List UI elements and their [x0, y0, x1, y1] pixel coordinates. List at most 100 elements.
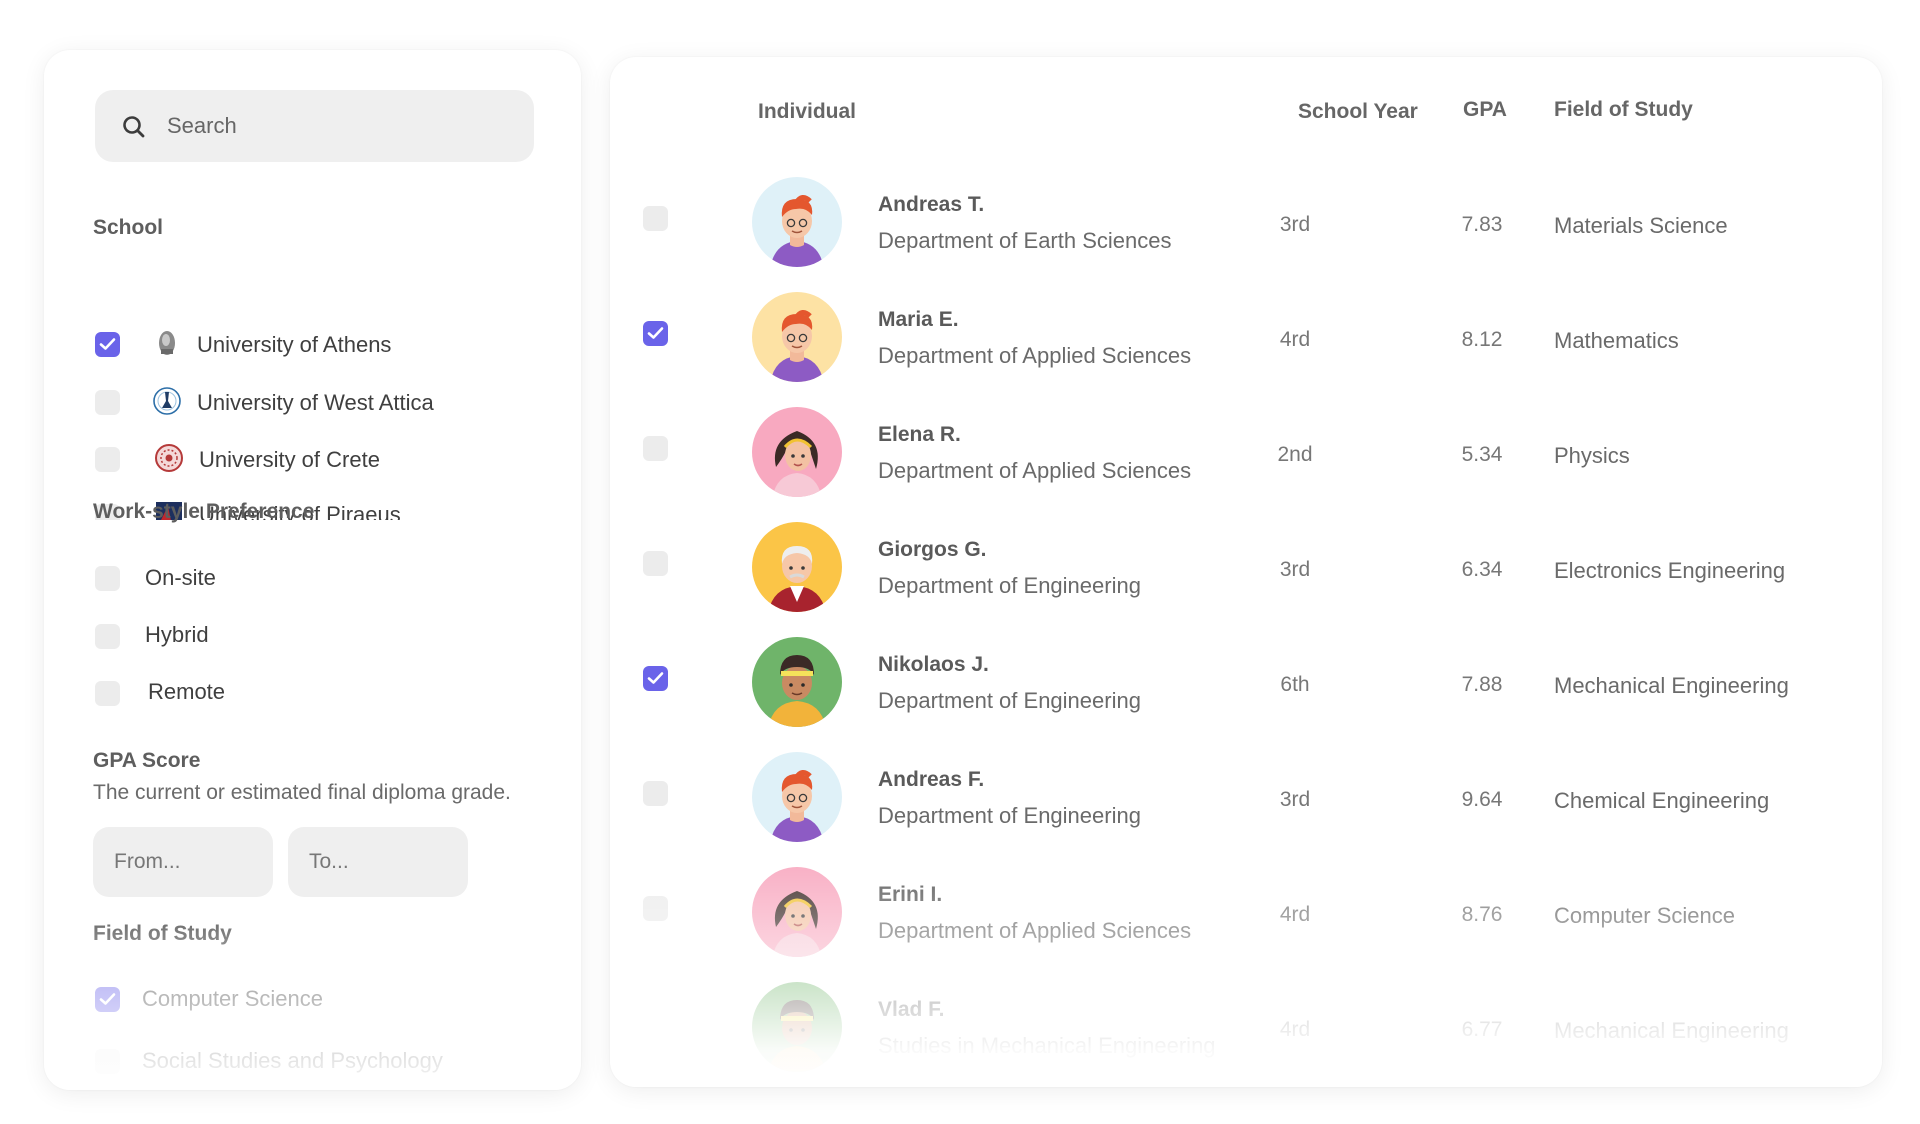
school-checkbox-crete[interactable] — [95, 447, 120, 472]
student-gpa: 8.12 — [1461, 328, 1503, 351]
student-name[interactable]: Andreas T. — [878, 193, 984, 217]
field-checkbox-computer-science[interactable] — [95, 987, 120, 1012]
field-label-computer-science: Computer Science — [142, 986, 323, 1011]
avatar — [752, 637, 842, 727]
table-row[interactable]: Andreas T. Department of Earth Sciences … — [610, 172, 1882, 287]
row-checkbox[interactable] — [643, 206, 668, 231]
student-department: Department of Engineering — [878, 573, 1141, 598]
student-gpa: 6.77 — [1461, 1018, 1503, 1041]
table-row[interactable]: Vlad F. Studies in Mechanical Engineerin… — [610, 977, 1882, 1087]
student-gpa: 6.34 — [1461, 558, 1503, 581]
table-row[interactable]: Giorgos G. Department of Engineering 3rd… — [610, 517, 1882, 632]
crete-logo-icon — [155, 444, 183, 472]
student-school-year: 3rd — [1279, 788, 1311, 811]
avatar — [752, 522, 842, 612]
school-checkbox-west-attica[interactable] — [95, 390, 120, 415]
student-name[interactable]: Elena R. — [878, 423, 961, 447]
student-gpa: 5.34 — [1461, 443, 1503, 466]
row-checkbox[interactable] — [643, 666, 668, 691]
headband-man-avatar-icon — [752, 637, 842, 727]
gpa-from-input[interactable] — [93, 827, 273, 897]
avatar — [752, 177, 842, 267]
student-department: Department of Applied Sciences — [878, 343, 1192, 368]
student-school-year: 4rd — [1279, 1018, 1311, 1041]
school-checkbox-athens[interactable] — [95, 332, 120, 357]
table-row[interactable]: Elena R. Department of Applied Sciences … — [610, 402, 1882, 517]
student-field-of-study: Electronics Engineering — [1554, 558, 1786, 583]
student-school-year: 4rd — [1279, 903, 1311, 926]
student-gpa: 7.83 — [1461, 213, 1503, 236]
work-style-label-hybrid: Hybrid — [145, 622, 209, 647]
student-field-of-study: Chemical Engineering — [1554, 788, 1770, 813]
student-field-of-study: Mechanical Engineering — [1554, 1018, 1789, 1043]
west-attica-logo-icon — [153, 387, 181, 415]
woman-avatar-icon — [752, 407, 842, 497]
row-checkbox[interactable] — [643, 896, 668, 921]
search-box[interactable] — [95, 90, 534, 162]
student-gpa: 9.64 — [1461, 788, 1503, 811]
gpa-section-title: GPA Score — [93, 749, 201, 772]
student-name[interactable]: Erini I. — [878, 883, 942, 907]
avatar — [752, 867, 842, 957]
column-header-school-year[interactable]: School Year — [1298, 100, 1418, 124]
student-name[interactable]: Nikolaos J. — [878, 653, 989, 677]
field-of-study-section-title: Field of Study — [93, 922, 232, 945]
student-field-of-study: Materials Science — [1554, 213, 1728, 238]
table-row[interactable]: Nikolaos J. Department of Engineering 6t… — [610, 632, 1882, 747]
student-department: Department of Earth Sciences — [878, 228, 1172, 253]
row-checkbox[interactable] — [643, 436, 668, 461]
search-icon — [123, 116, 145, 138]
student-department: Department of Engineering — [878, 803, 1141, 828]
gpa-section-description: The current or estimated final diploma g… — [93, 781, 511, 804]
avatar — [752, 982, 842, 1072]
student-school-year: 2nd — [1277, 443, 1313, 466]
work-style-section-title: Work-style Preference — [93, 500, 315, 523]
column-header-gpa[interactable]: GPA — [1463, 98, 1507, 122]
redhead-man-avatar-icon — [752, 752, 842, 842]
student-field-of-study: Mechanical Engineering — [1554, 673, 1789, 698]
school-label-west-attica: University of West Attica — [197, 390, 434, 415]
student-field-of-study: Mathematics — [1554, 328, 1679, 353]
row-checkbox[interactable] — [643, 321, 668, 346]
woman-avatar-icon — [752, 867, 842, 957]
school-label-athens: University of Athens — [197, 332, 392, 357]
filter-panel: School University of Athens University o… — [44, 50, 581, 1090]
work-style-checkbox-on-site[interactable] — [95, 566, 120, 591]
student-field-of-study: Computer Science — [1554, 903, 1735, 928]
work-style-checkbox-hybrid[interactable] — [95, 624, 120, 649]
row-checkbox[interactable] — [643, 781, 668, 806]
column-header-field-of-study[interactable]: Field of Study — [1554, 98, 1693, 122]
school-list[interactable]: University of Athens University of West … — [44, 310, 581, 520]
student-department: Department of Applied Sciences — [878, 918, 1192, 943]
student-department: Department of Engineering — [878, 688, 1141, 713]
table-row[interactable]: Erini I. Department of Applied Sciences … — [610, 862, 1882, 977]
student-school-year: 3rd — [1279, 213, 1311, 236]
avatar — [752, 292, 842, 382]
work-style-checkbox-remote[interactable] — [95, 681, 120, 706]
work-style-label-remote: Remote — [148, 679, 226, 704]
row-checkbox[interactable] — [643, 551, 668, 576]
gpa-to-input[interactable] — [288, 827, 468, 897]
student-department: Studies in Mechanical Engineering — [878, 1033, 1216, 1058]
student-name[interactable]: Vlad F. — [878, 998, 945, 1022]
student-name[interactable]: Giorgos G. — [878, 538, 987, 562]
work-style-label-on-site: On-site — [145, 565, 216, 590]
school-label-crete: University of Crete — [199, 447, 380, 472]
student-name[interactable]: Maria E. — [878, 308, 959, 332]
table-row[interactable]: Maria E. Department of Applied Sciences … — [610, 287, 1882, 402]
student-school-year: 4rd — [1279, 328, 1311, 351]
avatar — [752, 407, 842, 497]
redhead-man-avatar-icon — [752, 292, 842, 382]
student-gpa: 8.76 — [1461, 903, 1503, 926]
redhead-man-avatar-icon — [752, 177, 842, 267]
headband-man-avatar-icon — [752, 982, 842, 1072]
athens-logo-icon — [159, 331, 175, 355]
avatar — [752, 752, 842, 842]
student-school-year: 6th — [1280, 673, 1310, 696]
student-name[interactable]: Andreas F. — [878, 768, 984, 792]
students-table-panel: Individual School Year GPA Field of Stud… — [610, 57, 1882, 1087]
field-checkbox-social-studies[interactable] — [95, 1049, 120, 1074]
column-header-individual[interactable]: Individual — [758, 100, 856, 124]
table-row[interactable]: Andreas F. Department of Engineering 3rd… — [610, 747, 1882, 862]
search-input[interactable] — [167, 90, 507, 162]
